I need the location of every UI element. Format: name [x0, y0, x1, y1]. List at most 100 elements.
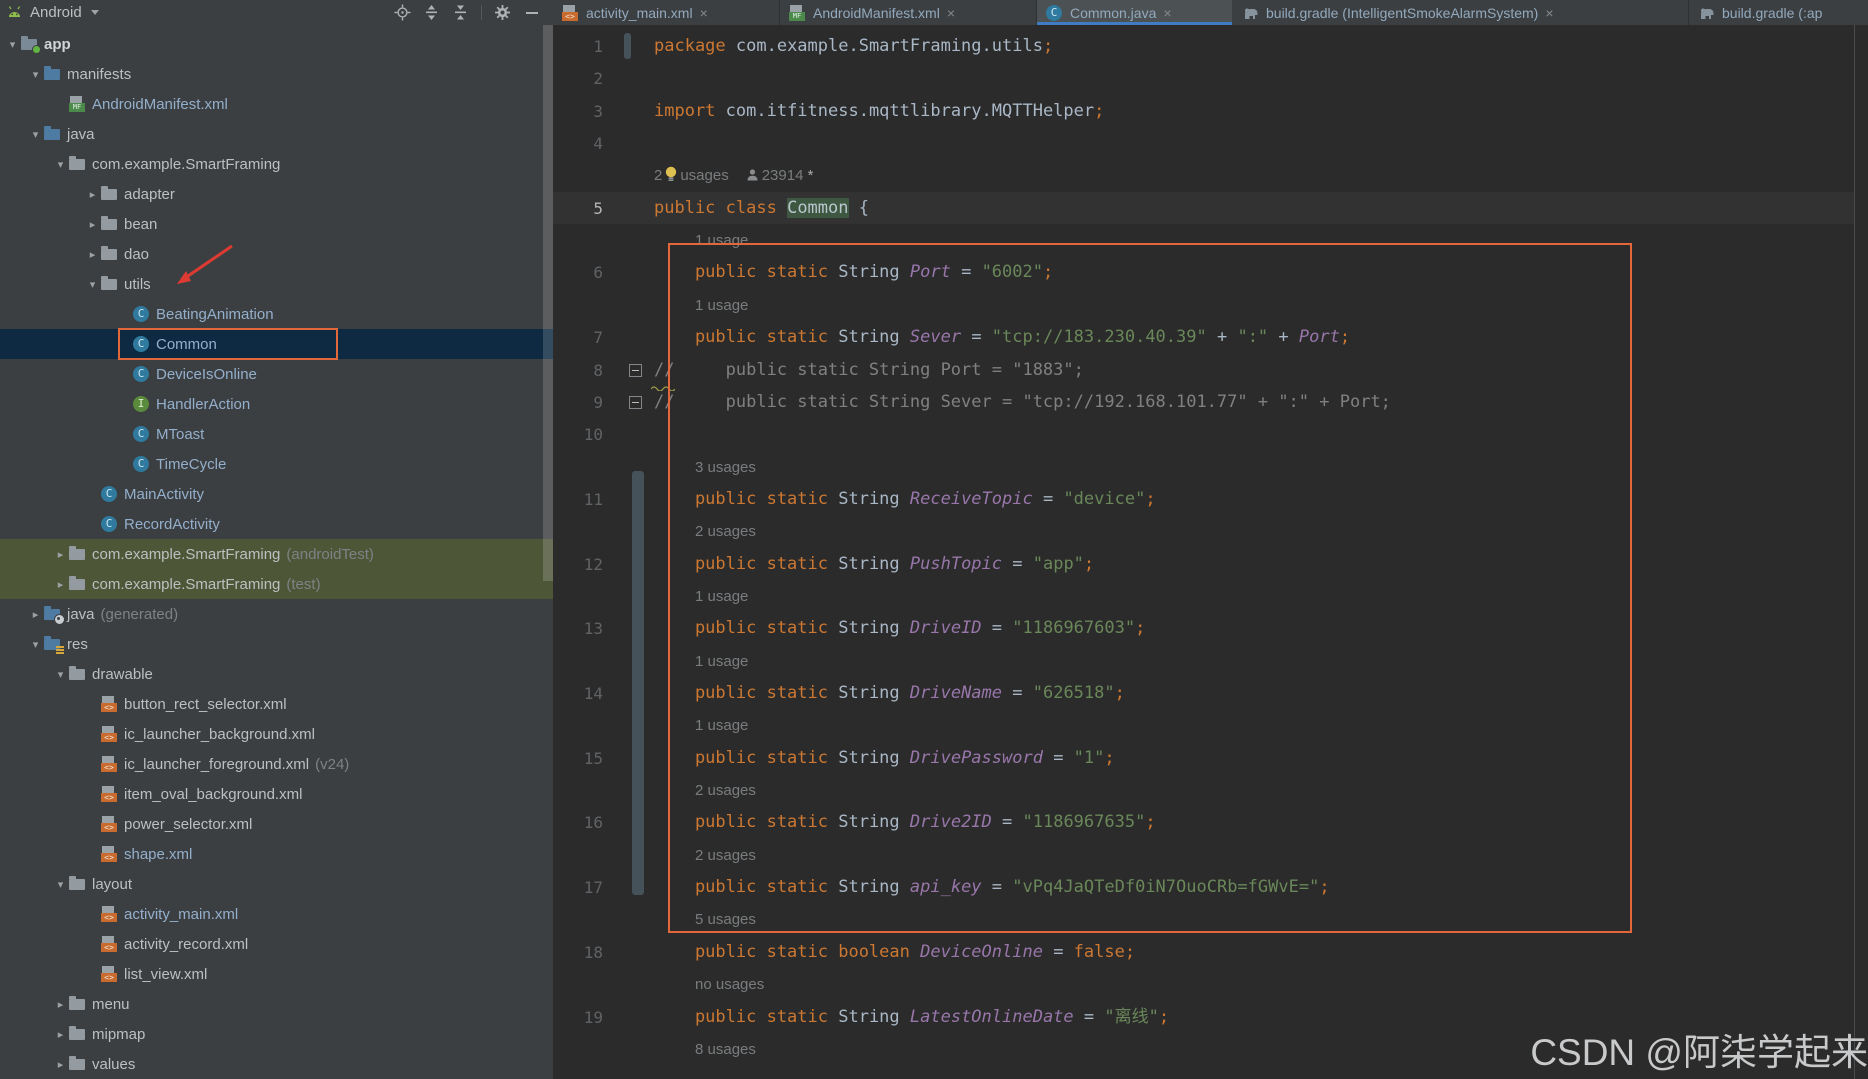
intention-bulb-icon[interactable]	[664, 162, 678, 195]
chevron-collapsed-icon[interactable]: ▸	[84, 188, 101, 201]
tree-item-utils[interactable]: ▾utils	[0, 269, 553, 299]
settings-gear-icon[interactable]	[494, 4, 511, 21]
tree-item-button-rect-selector-xml[interactable]: <>button_rect_selector.xml	[0, 689, 553, 719]
tree-item-handleraction[interactable]: IHandlerAction	[0, 389, 553, 419]
manifest-file-icon: MF	[789, 5, 807, 21]
tree-item-com-example-smartframing[interactable]: ▸com.example.SmartFraming(androidTest)	[0, 539, 553, 569]
tree-item-com-example-smartframing[interactable]: ▸com.example.SmartFraming(test)	[0, 569, 553, 599]
chevron-expanded-icon[interactable]: ▾	[52, 878, 69, 891]
chevron-collapsed-icon[interactable]: ▸	[52, 998, 69, 1011]
chevron-expanded-icon[interactable]: ▾	[84, 278, 101, 291]
tree-item-layout[interactable]: ▾layout	[0, 869, 553, 899]
tree-item-bean[interactable]: ▸ bean	[0, 209, 553, 239]
chevron-expanded-icon[interactable]: ▾	[27, 638, 44, 651]
tree-item-recordactivity[interactable]: CRecordActivity	[0, 509, 553, 539]
tree-item-shape-xml[interactable]: <>shape.xml	[0, 839, 553, 869]
tree-item-manifests[interactable]: ▾manifests	[0, 59, 553, 89]
chevron-collapsed-icon[interactable]: ▸	[84, 248, 101, 261]
fold-region-icon[interactable]	[629, 364, 642, 377]
code-editor[interactable]: 1package com.example.SmartFraming.utils;…	[553, 25, 1868, 1079]
expand-all-icon[interactable]	[423, 4, 440, 21]
tree-item-ic-launcher-foreground-xml[interactable]: <>ic_launcher_foreground.xml(v24)	[0, 749, 553, 779]
tree-item-label: bean	[124, 216, 157, 233]
xml-file-icon: <>	[562, 5, 580, 21]
xml-file-icon: <>	[101, 726, 119, 742]
tab-label: build.gradle (:ap	[1722, 5, 1822, 21]
tab-close-icon[interactable]: ×	[947, 6, 955, 20]
tree-item-mainactivity[interactable]: CMainActivity	[0, 479, 553, 509]
project-tree[interactable]: ▾app▾manifestsMFAndroidManifest.xml▾java…	[0, 25, 553, 1079]
tree-item-label: AndroidManifest.xml	[92, 96, 228, 113]
chevron-expanded-icon[interactable]: ▾	[27, 128, 44, 141]
code-line-1: 1package com.example.SmartFraming.utils;	[553, 30, 1868, 63]
tab-common-java[interactable]: CCommon.java×	[1037, 0, 1233, 25]
identifier-highlight: Common	[787, 198, 848, 218]
chevron-collapsed-icon[interactable]: ▸	[84, 218, 101, 231]
tab-close-icon[interactable]: ×	[700, 6, 708, 20]
tree-item-androidmanifest-xml[interactable]: MFAndroidManifest.xml	[0, 89, 553, 119]
usages-inlay-label[interactable]: 8 usages	[695, 1033, 756, 1066]
tree-item-mipmap[interactable]: ▸mipmap	[0, 1019, 553, 1049]
tree-item-beatinganimation[interactable]: CBeatingAnimation	[0, 299, 553, 329]
tree-scrollbar-thumb[interactable]	[543, 25, 553, 581]
tab-build-gradle-intelligentsmokealarmsystem-[interactable]: build.gradle (IntelligentSmokeAlarmSyste…	[1233, 0, 1689, 25]
line-number: 3	[553, 95, 603, 128]
package-folder-icon	[69, 876, 87, 892]
tree-item-values[interactable]: ▸values	[0, 1049, 553, 1079]
tree-item-label: com.example.SmartFraming	[92, 156, 280, 173]
package-folder-icon	[101, 276, 119, 292]
tab-label: build.gradle (IntelligentSmokeAlarmSyste…	[1266, 5, 1538, 21]
java-class-icon: C	[133, 306, 151, 322]
tab-activity-main-xml[interactable]: <>activity_main.xml×	[553, 0, 780, 25]
tree-item-label: MToast	[156, 426, 204, 443]
chevron-expanded-icon[interactable]: ▾	[52, 668, 69, 681]
line-number: 18	[553, 936, 603, 969]
author-person-icon	[747, 160, 758, 193]
tab-androidmanifest-xml[interactable]: MFAndroidManifest.xml×	[780, 0, 1037, 25]
tree-item-label: item_oval_background.xml	[124, 786, 302, 803]
tab-close-icon[interactable]: ×	[1545, 6, 1553, 20]
tree-item-deviceisonline[interactable]: CDeviceIsOnline	[0, 359, 553, 389]
tree-item-label: RecordActivity	[124, 516, 220, 533]
tool-window-title[interactable]: Android	[30, 4, 82, 21]
hide-panel-icon[interactable]	[523, 4, 540, 21]
tree-item-dao[interactable]: ▸dao	[0, 239, 553, 269]
tree-item-com-example-smartframing[interactable]: ▾ com.example.SmartFraming	[0, 149, 553, 179]
code-line-3: 3import com.itfitness.mqttlibrary.MQTTHe…	[553, 95, 1868, 128]
tab-close-icon[interactable]: ×	[1163, 6, 1171, 20]
chevron-collapsed-icon[interactable]: ▸	[52, 1028, 69, 1041]
chevron-collapsed-icon[interactable]: ▸	[27, 608, 44, 621]
tree-item-drawable[interactable]: ▾drawable	[0, 659, 553, 689]
tree-item-ic-launcher-background-xml[interactable]: <>ic_launcher_background.xml	[0, 719, 553, 749]
chevron-expanded-icon[interactable]: ▾	[52, 158, 69, 171]
tree-item-item-oval-background-xml[interactable]: <>item_oval_background.xml	[0, 779, 553, 809]
tree-item-adapter[interactable]: ▸adapter	[0, 179, 553, 209]
tree-item-list-view-xml[interactable]: <>list_view.xml	[0, 959, 553, 989]
tab-build-gradle-ap[interactable]: build.gradle (:ap	[1689, 0, 1868, 25]
tree-item-java[interactable]: ▸java(generated)	[0, 599, 553, 629]
line-number: 2	[553, 62, 603, 95]
locate-icon[interactable]	[394, 4, 411, 21]
fold-region-icon[interactable]	[629, 396, 642, 409]
chevron-collapsed-icon[interactable]: ▸	[52, 1058, 69, 1071]
tree-item-res[interactable]: ▾res	[0, 629, 553, 659]
tree-item-activity-record-xml[interactable]: <>activity_record.xml	[0, 929, 553, 959]
tree-item-activity-main-xml[interactable]: <>activity_main.xml	[0, 899, 553, 929]
code-text: public class Common {	[654, 192, 869, 225]
tree-item-java[interactable]: ▾java	[0, 119, 553, 149]
chevron-expanded-icon[interactable]: ▾	[4, 38, 21, 51]
tree-item-timecycle[interactable]: CTimeCycle	[0, 449, 553, 479]
chevron-expanded-icon[interactable]: ▾	[27, 68, 44, 81]
code-line-18: 18 public static boolean DeviceOnline = …	[553, 936, 1868, 969]
chevron-collapsed-icon[interactable]: ▸	[52, 578, 69, 591]
collapse-all-icon[interactable]	[452, 4, 469, 21]
tree-item-menu[interactable]: ▸menu	[0, 989, 553, 1019]
chevron-collapsed-icon[interactable]: ▸	[52, 548, 69, 561]
usages-inlay-label[interactable]: no usages	[695, 968, 764, 1001]
vcs-change-bar	[624, 33, 631, 59]
tree-item-app[interactable]: ▾app	[0, 29, 553, 59]
chevron-down-icon[interactable]	[91, 10, 99, 15]
tree-item-mtoast[interactable]: CMToast	[0, 419, 553, 449]
class-usages-inlay-content[interactable]: 2usages23914 *	[654, 159, 813, 195]
tree-item-power-selector-xml[interactable]: <>power_selector.xml	[0, 809, 553, 839]
